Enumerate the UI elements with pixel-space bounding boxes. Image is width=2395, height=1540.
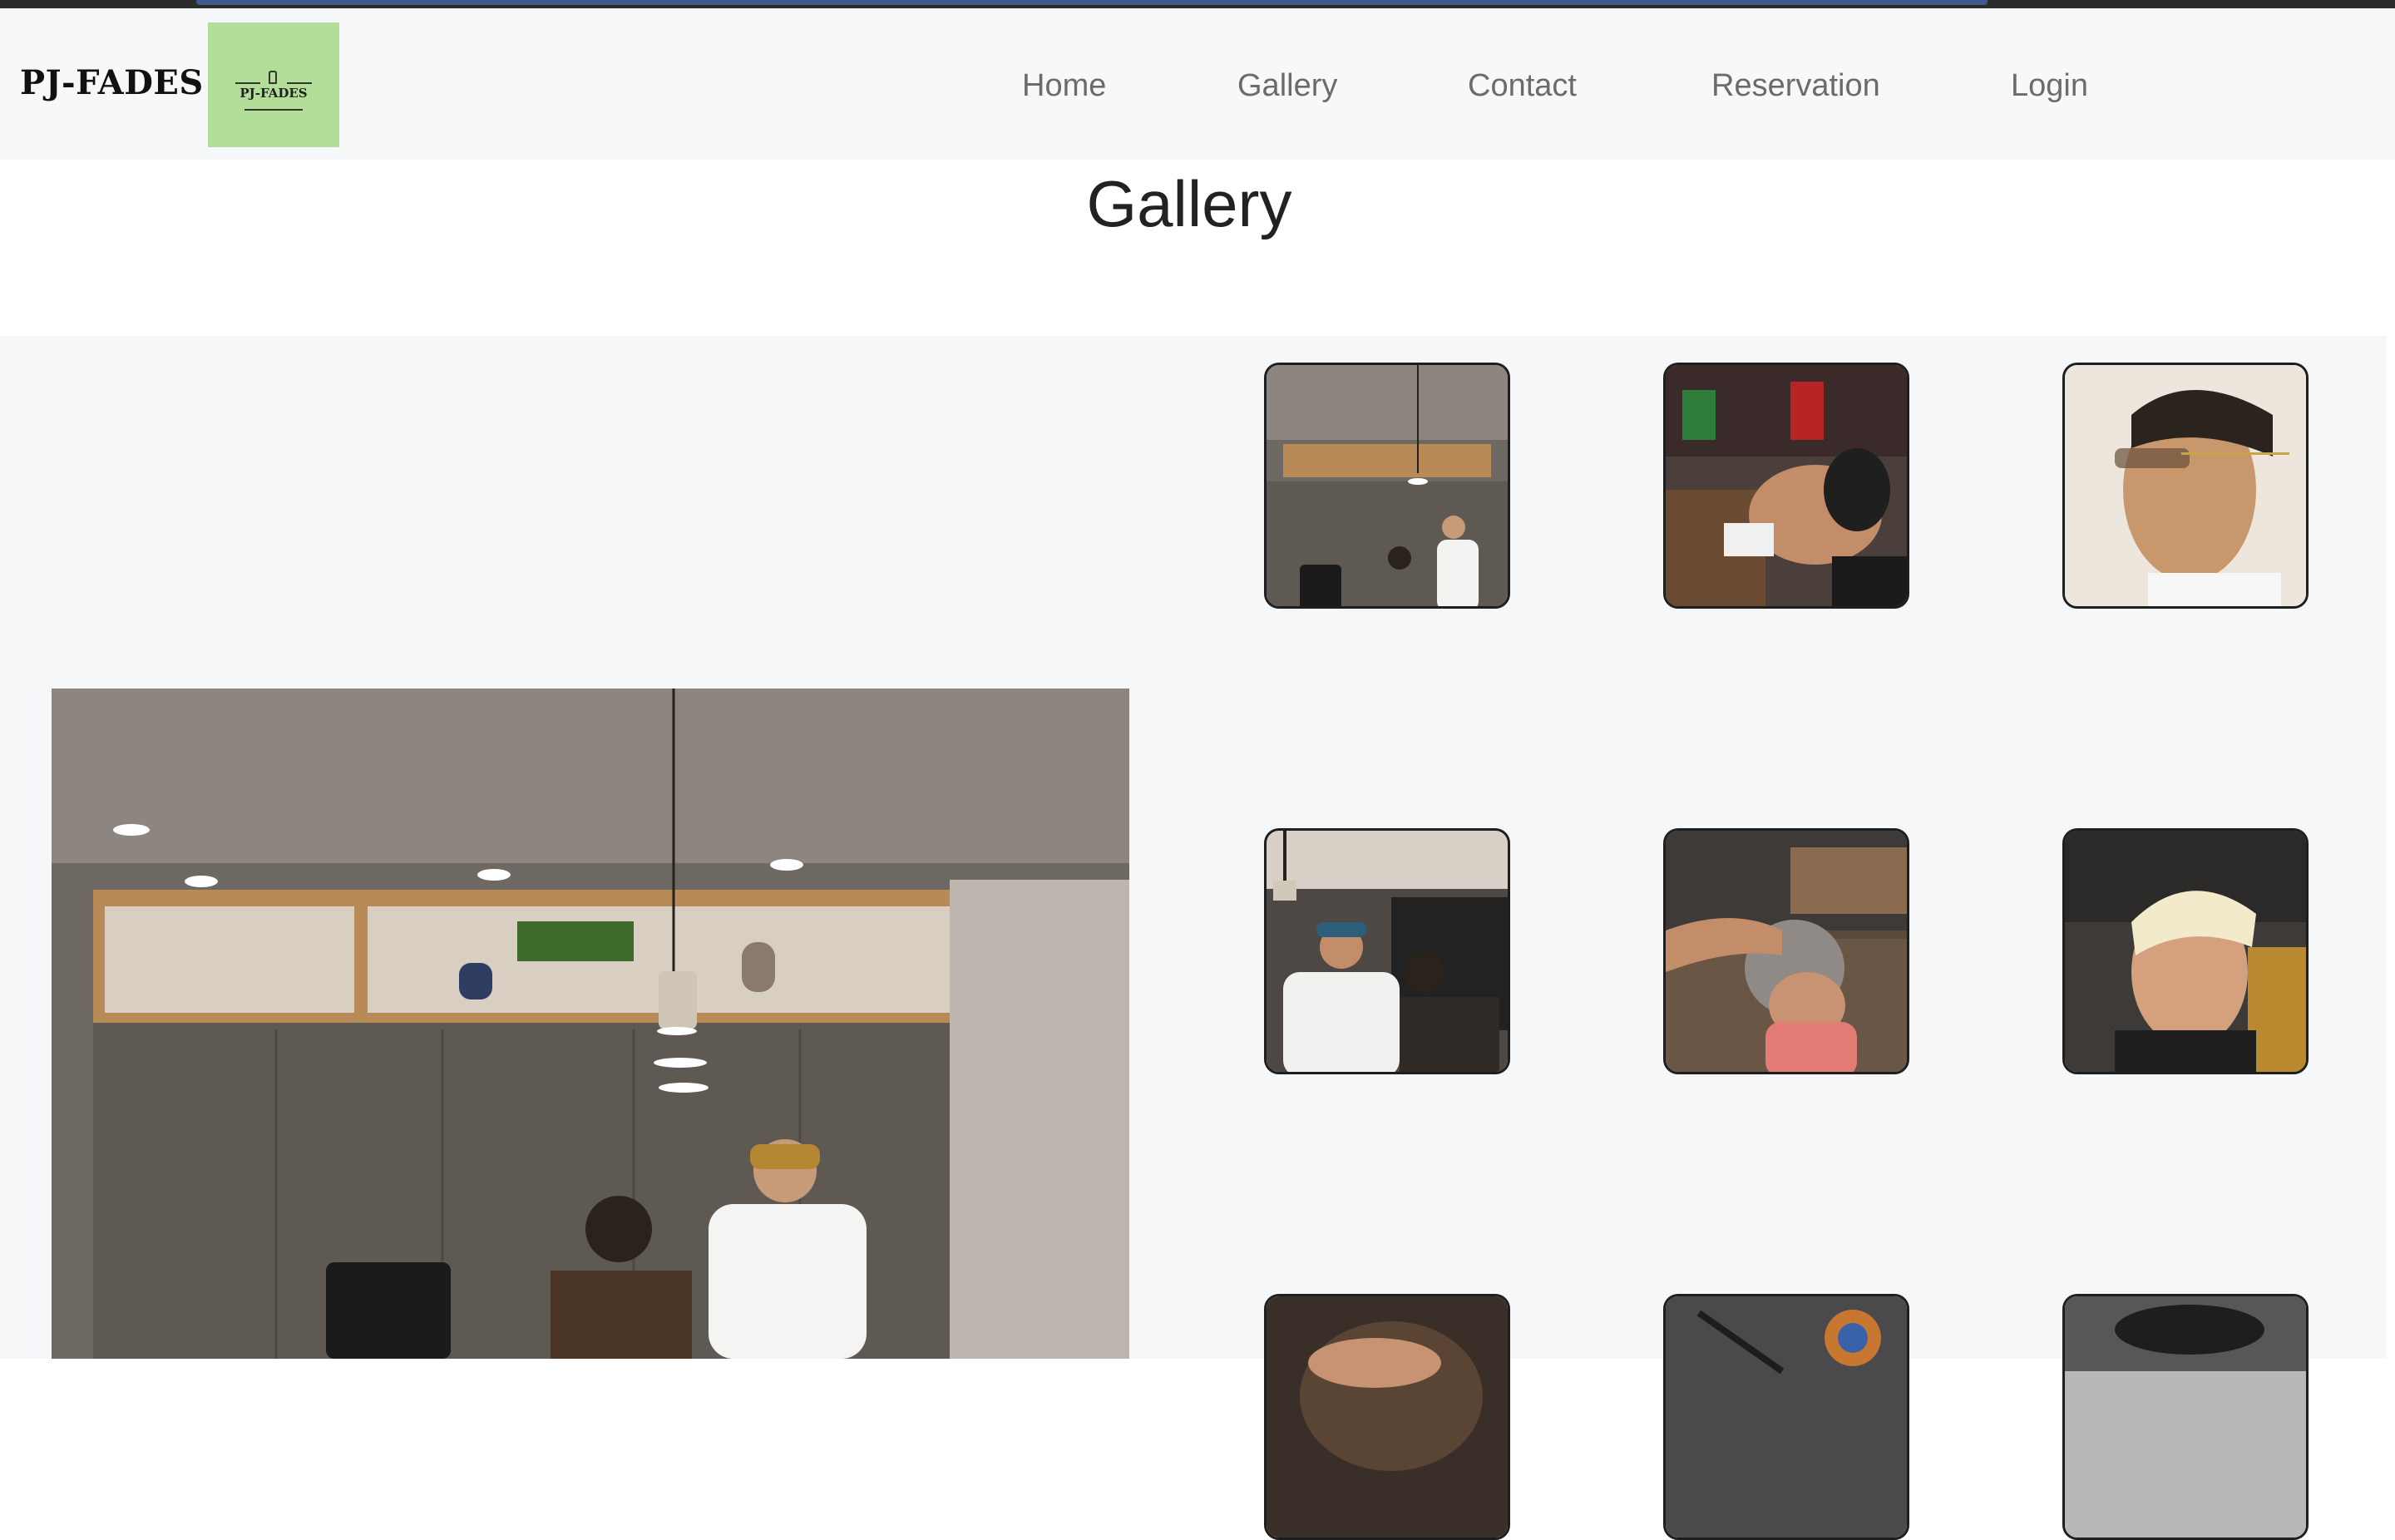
nav-item-reservation[interactable]: Reservation: [1711, 68, 1880, 104]
gallery-section: [0, 336, 2387, 1540]
gallery-thumbnail-5[interactable]: [1663, 828, 1909, 1074]
thumbnail-photo: [2065, 365, 2306, 606]
gallery-thumbnail-1[interactable]: [1264, 363, 1510, 609]
nav-item-home[interactable]: Home: [1022, 68, 1106, 104]
thumbnail-photo: [1267, 365, 1508, 606]
nav-item-login[interactable]: Login: [2011, 68, 2088, 104]
nav-item-gallery[interactable]: Gallery: [1237, 68, 1337, 104]
thumbnail-photo: [1666, 831, 1907, 1072]
nav-item-contact[interactable]: Contact: [1468, 68, 1577, 104]
thumbnail-photo: [1666, 1296, 1907, 1538]
gallery-thumbnail-3[interactable]: [2062, 363, 2309, 609]
page-title: Gallery: [1086, 167, 1292, 240]
thumbnail-photo: [2065, 1296, 2306, 1538]
main-nav: Home Gallery Contact Reservation Login: [0, 8, 2395, 160]
gallery-thumbnail-6[interactable]: [2062, 828, 2309, 1074]
feature-image[interactable]: [52, 689, 1129, 1359]
browser-top-edge: [0, 0, 2395, 8]
gallery-thumbnail-4[interactable]: [1264, 828, 1510, 1074]
top-accent-bar: [196, 0, 1988, 5]
feature-photo: [52, 689, 1129, 1359]
thumbnail-photo: [1267, 1296, 1508, 1538]
thumbnail-photo: [1666, 365, 1907, 606]
gallery-thumbnail-7[interactable]: [1264, 1294, 1510, 1540]
thumbnail-photo: [2065, 831, 2306, 1072]
thumbnail-photo: [1267, 831, 1508, 1072]
gallery-thumbnail-2[interactable]: [1663, 363, 1909, 609]
gallery-thumbnail-9[interactable]: [2062, 1294, 2309, 1540]
gallery-thumbnail-8[interactable]: [1663, 1294, 1909, 1540]
